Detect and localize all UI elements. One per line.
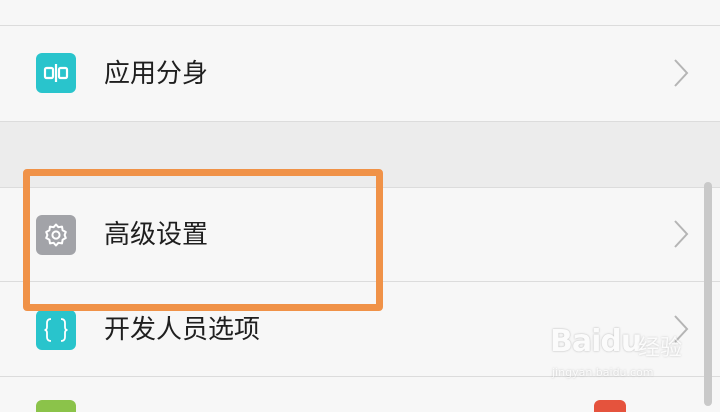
- settings-item-label: 高级设置: [104, 220, 209, 250]
- gear-icon: [36, 215, 76, 255]
- app-clone-icon: [36, 53, 76, 93]
- settings-item-advanced[interactable]: 高级设置: [0, 188, 720, 281]
- section-spacer: [0, 122, 720, 187]
- code-braces-icon: [36, 310, 76, 350]
- chevron-right-icon: [672, 58, 690, 88]
- chevron-right-icon: [672, 219, 690, 249]
- settings-item-label: 开发人员选项: [104, 315, 261, 345]
- watermark-brand: Baidu: [550, 324, 642, 359]
- next-item-badge-icon: [594, 400, 626, 412]
- watermark-brand-cn: 经验: [638, 336, 683, 361]
- baidu-jingyan-watermark: Baidu 经验 jingyan.baidu.com: [548, 324, 718, 388]
- watermark-url: jingyan.baidu.com: [552, 366, 654, 379]
- settings-item-label: 应用分身: [104, 59, 209, 89]
- settings-item-app-clone[interactable]: 应用分身: [0, 26, 720, 121]
- next-item-icon: [36, 400, 76, 412]
